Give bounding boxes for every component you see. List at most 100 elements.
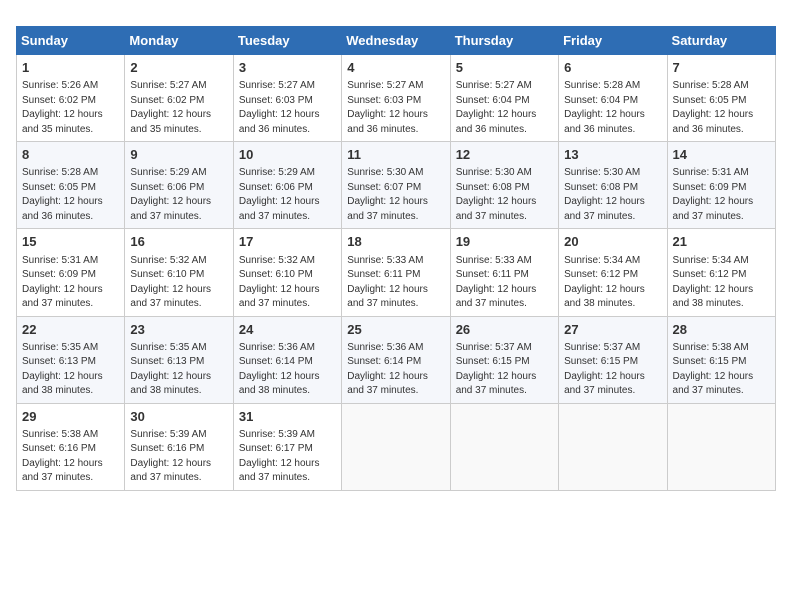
day-number: 19 [456,233,553,251]
day-number: 28 [673,321,770,339]
day-number: 23 [130,321,227,339]
calendar-cell: 3 Sunrise: 5:27 AM Sunset: 6:03 PM Daylig… [233,55,341,142]
calendar-cell: 13Sunrise: 5:30 AM Sunset: 6:08 PM Dayli… [559,142,667,229]
calendar-cell [450,403,558,490]
day-info: Sunrise: 5:35 AM Sunset: 6:13 PM Dayligh… [130,341,227,399]
calendar-cell: 28 Sunrise: 5:38 AM Sunset: 6:15 PM Dayli… [667,316,775,403]
calendar-cell: 24Sunrise: 5:36 AM Sunset: 6:14 PM Dayli… [233,316,341,403]
day-info: Sunrise: 5:39 AM Sunset: 6:17 PM Dayligh… [239,428,336,486]
calendar-cell: 9 Sunrise: 5:29 AM Sunset: 6:06 PM Daylig… [125,142,233,229]
weekday-header-row: SundayMondayTuesdayWednesdayThursdayFrid… [17,27,776,55]
day-info: Sunrise: 5:28 AM Sunset: 6:04 PM Dayligh… [564,79,661,137]
day-number: 4 [347,59,444,77]
day-info: Sunrise: 5:27 AM Sunset: 6:03 PM Dayligh… [239,79,336,137]
calendar-cell: 16 Sunrise: 5:32 AM Sunset: 6:10 PM Dayli… [125,229,233,316]
day-number: 3 [239,59,336,77]
calendar-cell: 1 Sunrise: 5:26 AM Sunset: 6:02 PM Daylig… [17,55,125,142]
calendar-cell: 7 Sunrise: 5:28 AM Sunset: 6:05 PM Daylig… [667,55,775,142]
calendar-body: 1 Sunrise: 5:26 AM Sunset: 6:02 PM Daylig… [17,55,776,491]
calendar-cell: 18Sunrise: 5:33 AM Sunset: 6:11 PM Dayli… [342,229,450,316]
day-info: Sunrise: 5:29 AM Sunset: 6:06 PM Dayligh… [239,166,336,224]
calendar-cell: 8 Sunrise: 5:28 AM Sunset: 6:05 PM Daylig… [17,142,125,229]
calendar-week-3: 15Sunrise: 5:31 AM Sunset: 6:09 PM Dayli… [17,229,776,316]
day-info: Sunrise: 5:35 AM Sunset: 6:13 PM Dayligh… [22,341,119,399]
day-info: Sunrise: 5:27 AM Sunset: 6:02 PM Dayligh… [130,79,227,137]
day-info: Sunrise: 5:28 AM Sunset: 6:05 PM Dayligh… [673,79,770,137]
day-info: Sunrise: 5:32 AM Sunset: 6:10 PM Dayligh… [130,254,227,312]
day-info: Sunrise: 5:39 AM Sunset: 6:16 PM Dayligh… [130,428,227,486]
calendar-cell [559,403,667,490]
calendar: SundayMondayTuesdayWednesdayThursdayFrid… [16,26,776,491]
calendar-cell [667,403,775,490]
day-info: Sunrise: 5:29 AM Sunset: 6:06 PM Dayligh… [130,166,227,224]
day-number: 6 [564,59,661,77]
day-number: 2 [130,59,227,77]
day-number: 11 [347,146,444,164]
calendar-cell: 23 Sunrise: 5:35 AM Sunset: 6:13 PM Dayli… [125,316,233,403]
calendar-cell: 29Sunrise: 5:38 AM Sunset: 6:16 PM Dayli… [17,403,125,490]
weekday-header-monday: Monday [125,27,233,55]
calendar-cell: 31 Sunrise: 5:39 AM Sunset: 6:17 PM Dayli… [233,403,341,490]
day-number: 14 [673,146,770,164]
calendar-cell: 17 Sunrise: 5:32 AM Sunset: 6:10 PM Dayli… [233,229,341,316]
day-number: 5 [456,59,553,77]
calendar-cell [342,403,450,490]
day-number: 7 [673,59,770,77]
weekday-header-saturday: Saturday [667,27,775,55]
day-number: 1 [22,59,119,77]
day-info: Sunrise: 5:33 AM Sunset: 6:11 PM Dayligh… [347,254,444,312]
day-number: 31 [239,408,336,426]
day-number: 26 [456,321,553,339]
day-number: 29 [22,408,119,426]
day-info: Sunrise: 5:38 AM Sunset: 6:15 PM Dayligh… [673,341,770,399]
day-number: 17 [239,233,336,251]
day-info: Sunrise: 5:30 AM Sunset: 6:08 PM Dayligh… [456,166,553,224]
day-info: Sunrise: 5:37 AM Sunset: 6:15 PM Dayligh… [456,341,553,399]
day-number: 15 [22,233,119,251]
day-number: 9 [130,146,227,164]
day-number: 8 [22,146,119,164]
calendar-cell: 25Sunrise: 5:36 AM Sunset: 6:14 PM Dayli… [342,316,450,403]
day-number: 27 [564,321,661,339]
calendar-cell: 5 Sunrise: 5:27 AM Sunset: 6:04 PM Daylig… [450,55,558,142]
day-info: Sunrise: 5:27 AM Sunset: 6:04 PM Dayligh… [456,79,553,137]
day-info: Sunrise: 5:37 AM Sunset: 6:15 PM Dayligh… [564,341,661,399]
calendar-cell: 21Sunrise: 5:34 AM Sunset: 6:12 PM Dayli… [667,229,775,316]
day-info: Sunrise: 5:32 AM Sunset: 6:10 PM Dayligh… [239,254,336,312]
day-number: 16 [130,233,227,251]
calendar-week-1: 1 Sunrise: 5:26 AM Sunset: 6:02 PM Daylig… [17,55,776,142]
day-number: 21 [673,233,770,251]
day-info: Sunrise: 5:31 AM Sunset: 6:09 PM Dayligh… [673,166,770,224]
day-number: 12 [456,146,553,164]
weekday-header-wednesday: Wednesday [342,27,450,55]
day-number: 10 [239,146,336,164]
day-info: Sunrise: 5:30 AM Sunset: 6:08 PM Dayligh… [564,166,661,224]
day-info: Sunrise: 5:36 AM Sunset: 6:14 PM Dayligh… [239,341,336,399]
calendar-cell: 4 Sunrise: 5:27 AM Sunset: 6:03 PM Daylig… [342,55,450,142]
weekday-header-thursday: Thursday [450,27,558,55]
day-info: Sunrise: 5:36 AM Sunset: 6:14 PM Dayligh… [347,341,444,399]
calendar-cell: 11Sunrise: 5:30 AM Sunset: 6:07 PM Dayli… [342,142,450,229]
calendar-cell: 26 Sunrise: 5:37 AM Sunset: 6:15 PM Dayli… [450,316,558,403]
calendar-cell: 12 Sunrise: 5:30 AM Sunset: 6:08 PM Dayli… [450,142,558,229]
calendar-header: SundayMondayTuesdayWednesdayThursdayFrid… [17,27,776,55]
day-number: 30 [130,408,227,426]
calendar-week-4: 22Sunrise: 5:35 AM Sunset: 6:13 PM Dayli… [17,316,776,403]
calendar-cell: 10 Sunrise: 5:29 AM Sunset: 6:06 PM Dayli… [233,142,341,229]
calendar-cell: 14 Sunrise: 5:31 AM Sunset: 6:09 PM Dayli… [667,142,775,229]
day-info: Sunrise: 5:26 AM Sunset: 6:02 PM Dayligh… [22,79,119,137]
calendar-week-2: 8 Sunrise: 5:28 AM Sunset: 6:05 PM Daylig… [17,142,776,229]
day-info: Sunrise: 5:34 AM Sunset: 6:12 PM Dayligh… [564,254,661,312]
day-number: 20 [564,233,661,251]
day-info: Sunrise: 5:28 AM Sunset: 6:05 PM Dayligh… [22,166,119,224]
day-info: Sunrise: 5:27 AM Sunset: 6:03 PM Dayligh… [347,79,444,137]
calendar-cell: 20 Sunrise: 5:34 AM Sunset: 6:12 PM Dayli… [559,229,667,316]
day-info: Sunrise: 5:33 AM Sunset: 6:11 PM Dayligh… [456,254,553,312]
calendar-cell: 15Sunrise: 5:31 AM Sunset: 6:09 PM Dayli… [17,229,125,316]
calendar-cell: 19 Sunrise: 5:33 AM Sunset: 6:11 PM Dayli… [450,229,558,316]
calendar-cell: 2 Sunrise: 5:27 AM Sunset: 6:02 PM Daylig… [125,55,233,142]
weekday-header-sunday: Sunday [17,27,125,55]
calendar-cell: 22Sunrise: 5:35 AM Sunset: 6:13 PM Dayli… [17,316,125,403]
calendar-cell: 30 Sunrise: 5:39 AM Sunset: 6:16 PM Dayli… [125,403,233,490]
calendar-week-5: 29Sunrise: 5:38 AM Sunset: 6:16 PM Dayli… [17,403,776,490]
